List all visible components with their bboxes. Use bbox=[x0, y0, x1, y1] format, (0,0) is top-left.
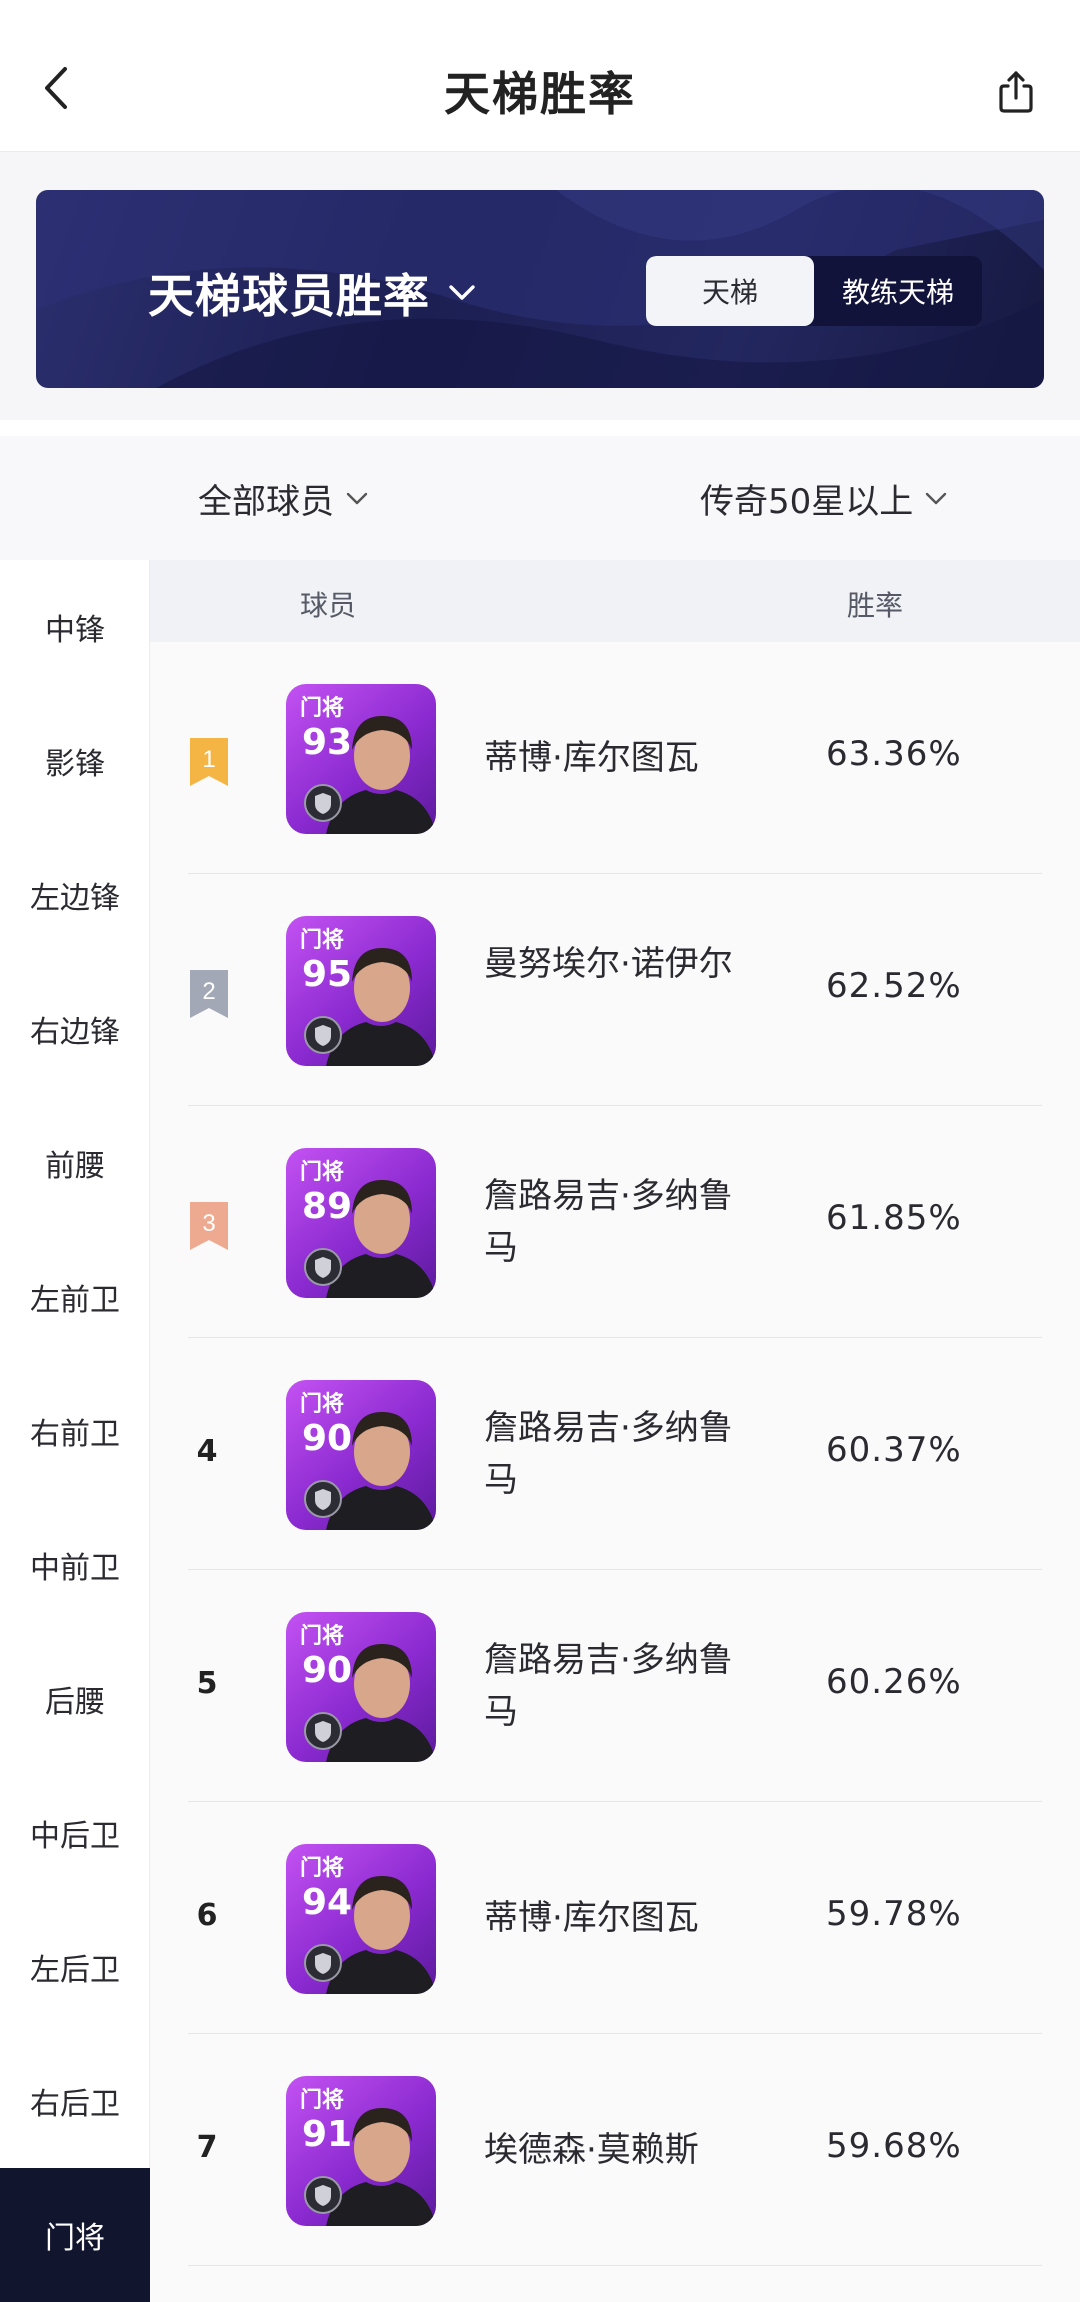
win-rate: 60.26% bbox=[826, 1662, 962, 1702]
rank-badge-icon: 3 bbox=[190, 1202, 228, 1250]
share-button[interactable] bbox=[980, 56, 1052, 128]
table-row[interactable]: 1 门将 93 蒂博·库尔图瓦 63.36% bbox=[150, 642, 1080, 874]
player-name: 詹路易吉·多纳鲁马 bbox=[484, 1176, 733, 1268]
banner-title-dropdown[interactable]: 天梯球员胜率 bbox=[148, 260, 476, 326]
table-row[interactable]: 7 门将 91 埃德森·莫赖斯 59.68% bbox=[150, 2034, 1080, 2266]
column-header-player: 球员 bbox=[300, 589, 357, 622]
card-rating: 90 bbox=[302, 1418, 353, 1459]
position-sidebar: 中锋 影锋 左边锋 右边锋 前腰 左前卫 右前卫 中前卫 后腰 中后卫 左后卫 … bbox=[0, 560, 150, 2302]
player-card[interactable]: 门将 93 bbox=[286, 684, 436, 834]
win-rate: 60.37% bbox=[826, 1430, 962, 1470]
player-card[interactable]: 门将 95 bbox=[286, 916, 436, 1066]
sidebar-item-lmf[interactable]: 左前卫 bbox=[0, 1230, 150, 1364]
rank-number: 4 bbox=[196, 1434, 218, 1469]
chevron-down-icon bbox=[926, 492, 947, 504]
table-row[interactable]: 6 门将 94 蒂博·库尔图瓦 59.78% bbox=[150, 1802, 1080, 2034]
player-name: 詹路易吉·多纳鲁马 bbox=[484, 1640, 733, 1732]
player-name: 蒂博·库尔图瓦 bbox=[484, 738, 699, 778]
player-filter-dropdown[interactable]: 全部球员 bbox=[198, 474, 368, 523]
card-position: 门将 bbox=[300, 1160, 345, 1185]
segment-ladder[interactable]: 天梯 bbox=[646, 256, 814, 326]
win-rate: 62.52% bbox=[826, 966, 962, 1006]
rank-badge-number: 2 bbox=[202, 978, 215, 1005]
page-title: 天梯胜率 bbox=[444, 67, 636, 121]
table-header: 球员 胜率 bbox=[150, 560, 1080, 642]
sidebar-item-rb[interactable]: 右后卫 bbox=[0, 2034, 150, 2168]
rank-number: 5 bbox=[196, 1666, 218, 1701]
rank-badge-number: 3 bbox=[202, 1210, 215, 1237]
win-rate: 59.68% bbox=[826, 2126, 962, 2166]
sidebar-item-rmf[interactable]: 右前卫 bbox=[0, 1364, 150, 1498]
table-row[interactable]: 2 门将 95 曼努埃尔·诺伊尔 62.52% bbox=[150, 874, 1080, 1106]
player-name: 詹路易吉·多纳鲁马 bbox=[484, 1408, 733, 1500]
win-rate: 59.78% bbox=[826, 1894, 962, 1934]
sidebar-item-ss[interactable]: 影锋 bbox=[0, 694, 150, 828]
player-card[interactable]: 门将 90 bbox=[286, 1380, 436, 1530]
rank-number: 6 bbox=[196, 1898, 218, 1933]
rank-badge-icon: 1 bbox=[190, 738, 228, 786]
sidebar-item-cmf[interactable]: 中前卫 bbox=[0, 1498, 150, 1632]
rank-number: 7 bbox=[196, 2130, 218, 2165]
column-header-win-rate: 胜率 bbox=[847, 589, 904, 622]
club-emblem-icon bbox=[304, 1480, 342, 1518]
win-rate: 63.36% bbox=[826, 734, 962, 774]
table-row[interactable]: 4 门将 90 詹路易吉·多纳鲁马 60.37% bbox=[150, 1338, 1080, 1570]
card-position: 门将 bbox=[300, 696, 345, 721]
sidebar-item-lwf[interactable]: 左边锋 bbox=[0, 828, 150, 962]
card-position: 门将 bbox=[300, 2088, 345, 2113]
filter-bar: 全部球员 传奇50星以上 bbox=[0, 436, 1080, 560]
rank-badge-number: 1 bbox=[202, 746, 215, 773]
banner-title-text: 天梯球员胜率 bbox=[148, 269, 430, 323]
win-rate: 61.85% bbox=[826, 1198, 962, 1238]
player-card[interactable]: 门将 89 bbox=[286, 1148, 436, 1298]
club-emblem-icon bbox=[304, 1944, 342, 1982]
sidebar-item-cf[interactable]: 中锋 bbox=[0, 560, 150, 694]
card-rating: 91 bbox=[302, 2114, 353, 2155]
card-rating: 95 bbox=[302, 954, 353, 995]
card-position: 门将 bbox=[300, 1392, 345, 1417]
card-rating: 94 bbox=[302, 1882, 353, 1923]
chevron-down-icon bbox=[449, 285, 475, 300]
card-rating: 93 bbox=[302, 722, 353, 763]
card-position: 门将 bbox=[300, 928, 345, 953]
club-emblem-icon bbox=[304, 784, 342, 822]
share-icon bbox=[999, 71, 1033, 113]
level-filter-dropdown[interactable]: 传奇50星以上 bbox=[700, 474, 947, 523]
row-divider bbox=[188, 2265, 1042, 2266]
rank-badge-icon: 2 bbox=[190, 970, 228, 1018]
segment-coach-ladder[interactable]: 教练天梯 bbox=[814, 256, 982, 326]
sidebar-item-dmf[interactable]: 后腰 bbox=[0, 1632, 150, 1766]
ladder-segmented-control: 天梯 教练天梯 bbox=[646, 256, 982, 326]
player-filter-label: 全部球员 bbox=[198, 482, 334, 522]
player-card[interactable]: 门将 94 bbox=[286, 1844, 436, 1994]
banner-section: 天梯球员胜率 天梯 教练天梯 bbox=[0, 152, 1080, 420]
level-filter-label: 传奇50星以上 bbox=[700, 482, 914, 522]
sidebar-item-cb[interactable]: 中后卫 bbox=[0, 1766, 150, 1900]
card-rating: 90 bbox=[302, 1650, 353, 1691]
chevron-down-icon bbox=[346, 492, 368, 504]
club-emblem-icon bbox=[304, 1712, 342, 1750]
table-row[interactable]: 5 门将 90 詹路易吉·多纳鲁马 60.26% bbox=[150, 1570, 1080, 1802]
sidebar-item-rwf[interactable]: 右边锋 bbox=[0, 962, 150, 1096]
player-name: 蒂博·库尔图瓦 bbox=[484, 1898, 699, 1938]
card-position: 门将 bbox=[300, 1624, 345, 1649]
table-row[interactable]: 3 门将 89 詹路易吉·多纳鲁马 61.85% bbox=[150, 1106, 1080, 1338]
player-card[interactable]: 门将 90 bbox=[286, 1612, 436, 1762]
card-rating: 89 bbox=[302, 1186, 353, 1227]
player-name: 曼努埃尔·诺伊尔 bbox=[484, 944, 733, 984]
player-name: 埃德森·莫赖斯 bbox=[484, 2130, 699, 2170]
ladder-banner: 天梯球员胜率 天梯 教练天梯 bbox=[36, 190, 1044, 388]
sidebar-item-lb[interactable]: 左后卫 bbox=[0, 1900, 150, 2034]
sidebar-item-amf[interactable]: 前腰 bbox=[0, 1096, 150, 1230]
player-table: 1 门将 93 蒂博·库尔图瓦 63.36% 2 门将 95 曼努埃尔·诺伊尔 62.52% 3 门将… bbox=[150, 642, 1080, 2302]
club-emblem-icon bbox=[304, 1016, 342, 1054]
player-card[interactable]: 门将 91 bbox=[286, 2076, 436, 2226]
club-emblem-icon bbox=[304, 1248, 342, 1286]
app-header: 天梯胜率 bbox=[0, 0, 1080, 152]
club-emblem-icon bbox=[304, 2176, 342, 2214]
card-position: 门将 bbox=[300, 1856, 345, 1881]
sidebar-item-gk[interactable]: 门将 bbox=[0, 2168, 150, 2302]
